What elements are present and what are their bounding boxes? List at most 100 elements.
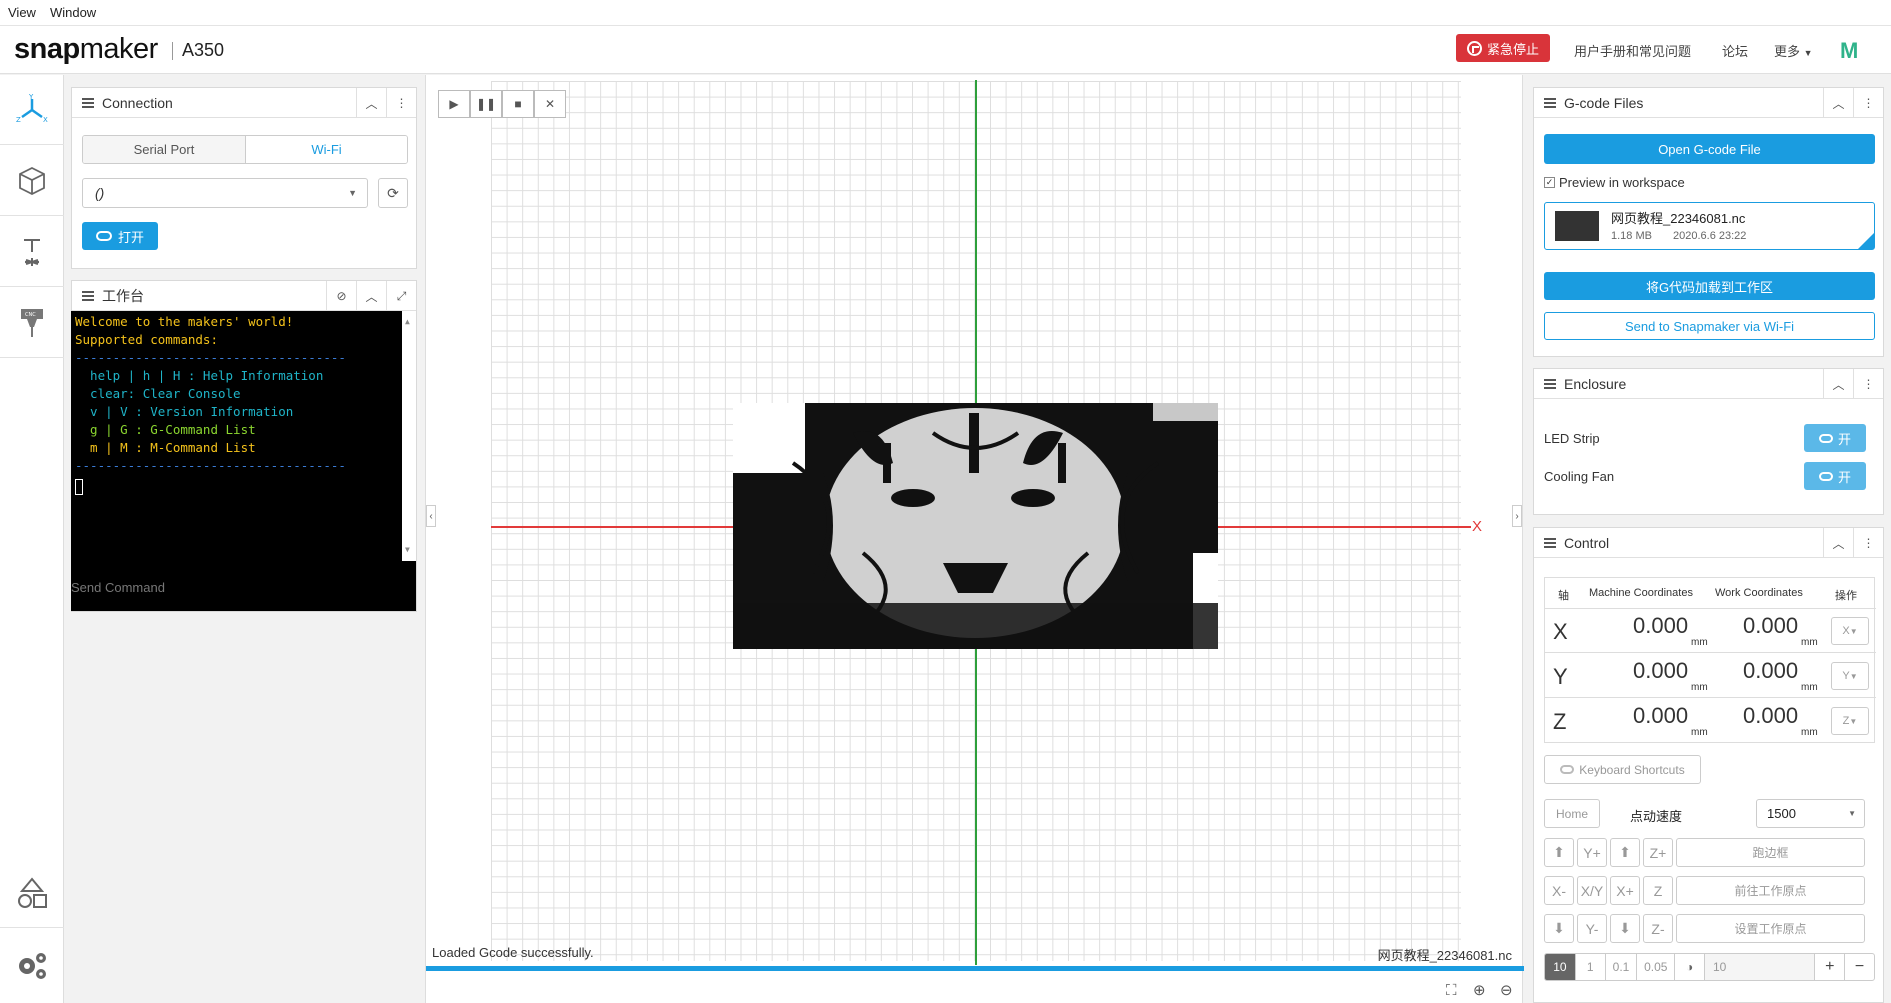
- run-boundary-button[interactable]: 跑边框: [1676, 838, 1865, 867]
- step-option[interactable]: 10: [1545, 954, 1575, 980]
- file-name: 网页教程_22346081.nc: [1611, 211, 1746, 226]
- jog-down-right-button[interactable]: ⬇: [1610, 914, 1640, 943]
- jog-up-right-button[interactable]: ⬆: [1610, 838, 1640, 867]
- enclosure-header: Enclosure ︿ ⋮: [1534, 369, 1883, 399]
- x-minus-button[interactable]: X-: [1544, 876, 1574, 905]
- machine-model: A350: [182, 40, 225, 60]
- pause-button[interactable]: ❚❚: [470, 90, 502, 118]
- caret-down-icon: ▼: [1849, 671, 1858, 681]
- forum-link[interactable]: 论坛: [1722, 41, 1748, 60]
- caret-down-icon: ▼: [1803, 48, 1813, 58]
- manual-link[interactable]: 用户手册和常见问题: [1574, 41, 1691, 60]
- collapse-button[interactable]: ︿: [356, 281, 386, 311]
- load-to-workspace-button[interactable]: 将G代码加载到工作区: [1544, 272, 1875, 300]
- drag-handle-icon[interactable]: [1544, 378, 1556, 389]
- send-via-wifi-button[interactable]: Send to Snapmaker via Wi-Fi: [1544, 312, 1875, 340]
- tab-serial-port[interactable]: Serial Port: [83, 136, 245, 163]
- table-row: X 0.000 mm 0.000 mm X ▼: [1545, 609, 1876, 653]
- connection-type-tabs: Serial Port Wi-Fi: [82, 135, 408, 164]
- collapse-right-button[interactable]: ›: [1512, 505, 1522, 527]
- zoom-in-icon[interactable]: ⊕: [1473, 981, 1486, 999]
- axis-action-dropdown[interactable]: X ▼: [1831, 617, 1869, 645]
- y-minus-button[interactable]: Y-: [1577, 914, 1607, 943]
- set-work-origin-button[interactable]: 设置工作原点: [1676, 914, 1865, 943]
- send-command-input[interactable]: Send Command: [71, 579, 165, 597]
- y-plus-button[interactable]: Y+: [1577, 838, 1607, 867]
- emergency-stop-button[interactable]: 紧急停止: [1456, 34, 1550, 62]
- sidebar-item-models[interactable]: [0, 858, 64, 928]
- collapse-button[interactable]: ︿: [1823, 528, 1853, 558]
- brand-badge[interactable]: M: [1840, 38, 1858, 64]
- machine-value: 0.000: [1633, 703, 1689, 728]
- step-decrease-button[interactable]: −: [1844, 954, 1874, 980]
- sidebar-item-settings[interactable]: [0, 930, 64, 1000]
- console-scrollbar[interactable]: ▲ ▼: [402, 311, 416, 561]
- step-option[interactable]: 1: [1574, 954, 1605, 980]
- fit-view-icon[interactable]: ⛶: [1446, 982, 1457, 999]
- open-gcode-button[interactable]: Open G-code File: [1544, 134, 1875, 164]
- console-header: 工作台 ⊘ ︿ ⤢: [72, 281, 416, 311]
- stop-button[interactable]: ■: [502, 90, 534, 118]
- file-date: 2020.6.6 23:22: [1673, 230, 1747, 242]
- refresh-button[interactable]: ⟳: [378, 178, 408, 208]
- console-output[interactable]: Welcome to the makers' world! Supported …: [71, 311, 416, 611]
- z-home-button[interactable]: Z: [1643, 876, 1673, 905]
- collapse-button[interactable]: ︿: [1823, 88, 1853, 118]
- goto-work-origin-button[interactable]: 前往工作原点: [1676, 876, 1865, 905]
- led-strip-toggle[interactable]: 开: [1804, 424, 1866, 452]
- chevron-left-icon: ‹: [429, 510, 433, 522]
- arrow-up-circle-icon: ⬆: [1619, 844, 1631, 860]
- collapse-button[interactable]: ︿: [356, 88, 386, 118]
- control-header: Control ︿ ⋮: [1534, 528, 1883, 558]
- work-value: 0.000: [1743, 613, 1799, 638]
- axis-action-dropdown[interactable]: Z ▼: [1831, 707, 1869, 735]
- panel-menu-button[interactable]: ⋮: [1853, 369, 1883, 399]
- sidebar-item-workspace[interactable]: Y Z X: [0, 75, 64, 145]
- clear-console-button[interactable]: ⊘: [326, 281, 356, 311]
- more-link[interactable]: 更多 ▼: [1774, 41, 1813, 60]
- panel-menu-button[interactable]: ⋮: [1853, 88, 1883, 118]
- x-plus-button[interactable]: X+: [1610, 876, 1640, 905]
- arrow-down-circle-icon: ⬇: [1553, 920, 1565, 936]
- collapse-button[interactable]: ︿: [1823, 369, 1853, 399]
- z-minus-button[interactable]: Z-: [1643, 914, 1673, 943]
- step-option[interactable]: 0.1: [1604, 954, 1637, 980]
- unit: mm: [1801, 682, 1818, 693]
- workspace-viewport[interactable]: ▶ ❚❚ ■ ✕ X ‹ › Loaded Gcode successfully…: [425, 75, 1524, 1003]
- axis-action-dropdown[interactable]: Y ▼: [1831, 662, 1869, 690]
- sidebar-item-3dp[interactable]: [0, 146, 64, 216]
- custom-step-input[interactable]: 10: [1704, 954, 1815, 980]
- z-plus-button[interactable]: Z+: [1643, 838, 1673, 867]
- close-button[interactable]: ✕: [534, 90, 566, 118]
- sidebar-item-cnc[interactable]: CNC: [0, 288, 64, 358]
- jog-down-left-button[interactable]: ⬇: [1544, 914, 1574, 943]
- collapse-left-button[interactable]: ‹: [426, 505, 436, 527]
- home-button[interactable]: Home: [1544, 799, 1600, 828]
- menu-view[interactable]: View: [8, 5, 36, 20]
- keyboard-shortcuts-button[interactable]: Keyboard Shortcuts: [1544, 755, 1701, 784]
- drag-handle-icon[interactable]: [1544, 537, 1556, 548]
- panel-menu-button[interactable]: ⋮: [1853, 528, 1883, 558]
- xy-home-button[interactable]: X/Y: [1577, 876, 1607, 905]
- jog-speed-select[interactable]: 1500 ▼: [1756, 799, 1865, 828]
- tab-wifi[interactable]: Wi-Fi: [245, 136, 407, 163]
- panel-menu-button[interactable]: ⋮: [386, 88, 416, 118]
- device-select[interactable]: () ▼: [82, 178, 368, 208]
- drag-handle-icon[interactable]: [1544, 97, 1556, 108]
- sidebar-item-laser[interactable]: [0, 217, 64, 287]
- drag-handle-icon[interactable]: [82, 290, 94, 301]
- step-option[interactable]: 0.05: [1636, 954, 1674, 980]
- menu-window[interactable]: Window: [50, 5, 96, 20]
- jog-speed-label: 点动速度: [1630, 809, 1683, 824]
- custom-step-toggle[interactable]: ◑: [1674, 954, 1704, 980]
- drag-handle-icon[interactable]: [82, 97, 94, 108]
- preview-checkbox[interactable]: ✓: [1544, 177, 1555, 188]
- play-button[interactable]: ▶: [438, 90, 470, 118]
- open-connection-button[interactable]: 打开: [82, 222, 158, 250]
- expand-button[interactable]: ⤢: [386, 281, 416, 311]
- cooling-fan-toggle[interactable]: 开: [1804, 462, 1866, 490]
- zoom-out-icon[interactable]: ⊖: [1500, 981, 1513, 999]
- step-increase-button[interactable]: +: [1814, 954, 1844, 980]
- file-list-item[interactable]: 网页教程_22346081.nc 1.18 MB 2020.6.6 23:22: [1544, 202, 1875, 250]
- jog-up-left-button[interactable]: ⬆: [1544, 838, 1574, 867]
